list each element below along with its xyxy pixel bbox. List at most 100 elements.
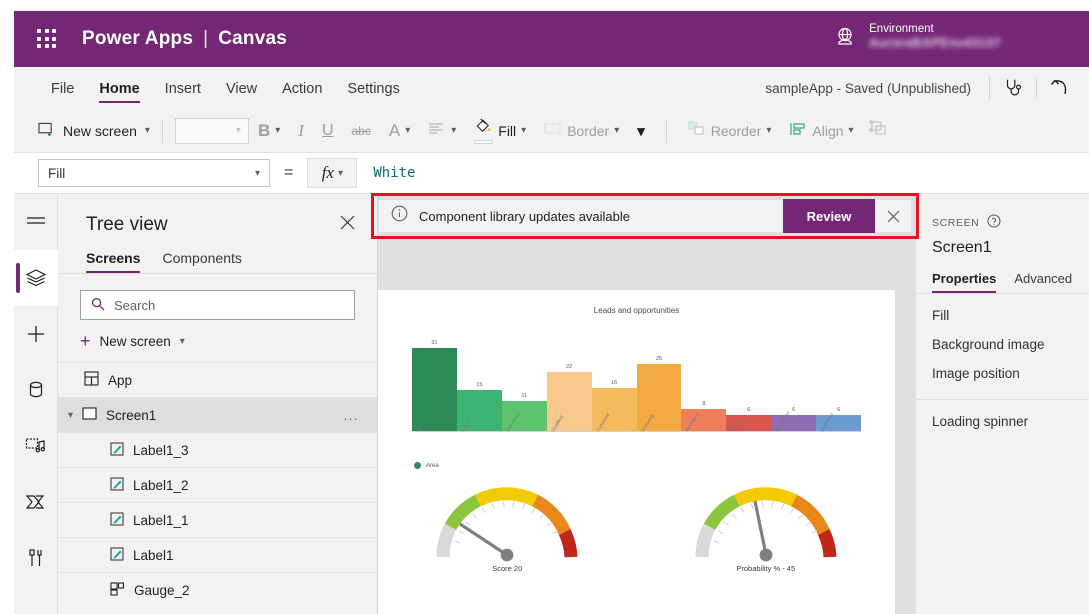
formula-input[interactable]: White — [373, 165, 415, 181]
chevron-down-icon: ▾ — [766, 125, 772, 136]
tab-components[interactable]: Components — [162, 250, 241, 273]
label-icon — [110, 511, 124, 529]
fx-button[interactable]: fx ▾ — [307, 158, 358, 188]
new-screen-label: New screen — [63, 122, 137, 139]
chevron-down-icon: ▾ — [848, 125, 854, 136]
tree-item-gauge_2[interactable]: Gauge_2 — [58, 572, 377, 607]
fill-label: Fill — [498, 122, 517, 139]
label-icon — [110, 546, 124, 564]
variables-tools-icon[interactable] — [14, 530, 58, 586]
chevron-down-icon: ▾ — [179, 335, 185, 347]
align-button[interactable]: Align ▾ — [780, 109, 862, 153]
tree-item-label1_3[interactable]: Label1_3 — [58, 432, 377, 467]
search-input[interactable]: Search — [80, 290, 355, 320]
menu-item-file[interactable]: File — [40, 72, 85, 104]
tree-item-label1_2[interactable]: Label1_2 — [58, 467, 377, 502]
tree-item-label: Label1_2 — [133, 477, 189, 493]
power-automate-flow-icon[interactable] — [14, 474, 58, 530]
strikethrough-label: abc — [351, 123, 371, 138]
strikethrough-button[interactable]: abc — [343, 109, 380, 153]
gauge-score[interactable]: Score 20 — [433, 481, 581, 573]
stethoscope-app-checker-icon[interactable] — [990, 67, 1036, 109]
tree-item-label: Gauge_2 — [134, 582, 190, 598]
media-icon[interactable] — [14, 418, 58, 474]
environment-name: AuroraBAPEnv43137 — [869, 36, 1001, 51]
environment-label: Environment — [869, 23, 934, 35]
app-header: Power Apps | Canvas Environment AuroraBA… — [14, 11, 1089, 67]
insert-plus-icon[interactable] — [14, 306, 58, 362]
gauge-probability[interactable]: Probability % - 45 — [692, 481, 840, 573]
menu-item-view[interactable]: View — [215, 72, 268, 104]
brand-title[interactable]: Power Apps | Canvas — [82, 28, 287, 50]
border-button[interactable]: Border ▾ — [535, 109, 628, 153]
bold-button[interactable]: B ▾ — [249, 109, 289, 153]
menu-items: File Home Insert View Action Settings — [40, 72, 411, 104]
text-align-button[interactable]: ▾ — [419, 109, 465, 153]
search-icon — [91, 297, 105, 314]
underline-button[interactable]: U — [313, 109, 343, 153]
property-row-background-image[interactable]: Background image — [916, 323, 1089, 352]
fill-button[interactable]: Fill ▾ — [465, 109, 535, 153]
notification-banner: Component library updates available Revi… — [378, 199, 912, 233]
menu-item-action[interactable]: Action — [271, 72, 333, 104]
chevron-down-icon[interactable]: ▾ — [145, 125, 150, 136]
menu-hamburger-icon[interactable] — [14, 194, 58, 250]
help-circle-icon[interactable] — [987, 214, 1001, 231]
review-button[interactable]: Review — [783, 199, 875, 233]
menu-item-settings[interactable]: Settings — [336, 72, 410, 104]
property-select[interactable]: Fill ▾ — [38, 159, 270, 187]
tree-item-more-menu[interactable]: ... — [344, 408, 359, 423]
notification-message: Component library updates available — [419, 208, 631, 224]
text-align-icon — [428, 122, 446, 139]
chart-legend: Area — [414, 462, 895, 469]
gauge-probability-dial — [695, 487, 837, 562]
divider — [665, 118, 667, 143]
menu-item-insert[interactable]: Insert — [154, 72, 212, 104]
environment-switcher[interactable]: Environment AuroraBAPEnv43137 — [833, 22, 1001, 52]
divider — [161, 118, 163, 143]
data-cylinder-icon[interactable] — [14, 362, 58, 418]
properties-panel: SCREEN Screen1 Properties Advanced Fill … — [915, 194, 1089, 614]
equals-sign: = — [284, 164, 294, 181]
new-screen-button[interactable]: New screen ▾ — [38, 122, 150, 140]
tree-view-layers-icon[interactable] — [14, 250, 58, 306]
menu-item-home[interactable]: Home — [88, 72, 150, 104]
property-value: Fill — [48, 165, 66, 181]
info-circle-icon — [391, 205, 408, 227]
app-icon — [84, 371, 99, 389]
property-row-loading-spinner[interactable]: Loading spinner — [916, 400, 1089, 429]
tab-screens[interactable]: Screens — [86, 250, 141, 273]
undo-arrow-icon[interactable] — [1037, 67, 1083, 109]
bar-chart-x-axis: Cold Open Interested Qualified Contacted… — [412, 410, 861, 466]
tree-item-label1[interactable]: Label1 — [58, 537, 377, 572]
tree-item-label: App — [108, 372, 133, 388]
border-label: Border — [567, 122, 610, 139]
tree-new-screen-button[interactable]: + New screen ▾ — [58, 320, 377, 362]
chevron-down-icon[interactable]: ▾ — [68, 410, 73, 421]
tree-item-screen1[interactable]: ▾ Screen1 ... — [58, 397, 377, 432]
notification-close-icon[interactable] — [875, 199, 911, 233]
close-icon[interactable] — [340, 215, 355, 235]
font-color-button[interactable]: A ▾ — [380, 109, 419, 153]
property-row-fill[interactable]: Fill — [916, 294, 1089, 323]
tree-item-label1_1[interactable]: Label1_1 — [58, 502, 377, 537]
globe-environment-icon — [833, 25, 857, 49]
app-screen-preview[interactable]: Leads and opportunities 31 15 11 22 16 2… — [378, 290, 895, 614]
italic-button[interactable]: I — [289, 109, 313, 153]
reorder-button[interactable]: Reorder ▾ — [679, 109, 781, 153]
power-apps-canvas-studio: Power Apps | Canvas Environment AuroraBA… — [0, 0, 1089, 614]
tree-item-label: Screen1 — [106, 407, 157, 423]
brand-name: Power Apps — [82, 28, 194, 49]
ribbon-more-button[interactable]: ▾ — [628, 109, 654, 153]
waffle-grid-icon[interactable] — [34, 26, 60, 52]
property-row-image-position[interactable]: Image position — [916, 352, 1089, 381]
font-family-select[interactable]: ▾ — [174, 117, 249, 144]
tab-advanced[interactable]: Advanced — [1014, 271, 1072, 293]
italic-label: I — [298, 120, 304, 140]
chevron-down-icon: ▾ — [451, 125, 457, 136]
canvas-area[interactable]: Leads and opportunities 31 15 11 22 16 2… — [378, 194, 915, 614]
tree-item-app[interactable]: App — [58, 362, 377, 397]
tab-properties[interactable]: Properties — [932, 271, 997, 293]
bar-value: 22 — [566, 363, 573, 370]
group-button[interactable] — [863, 109, 895, 153]
